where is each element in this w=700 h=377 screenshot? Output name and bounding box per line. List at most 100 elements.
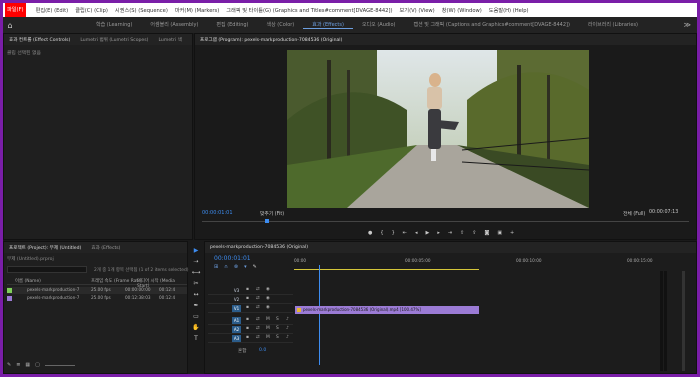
tab-effects[interactable]: 효과 (Effects) xyxy=(86,245,125,251)
fit-dropdown[interactable]: 맞추기 (Fit) xyxy=(260,210,284,217)
video-clip[interactable]: pexels-markproduction-7084536 (Original)… xyxy=(295,306,479,314)
list-view-icon[interactable]: ≣ xyxy=(16,362,20,368)
step-back-icon[interactable]: ◂ xyxy=(415,230,418,236)
tab-lumetri-scopes[interactable]: Lumetri 범위 (Lumetri Scopes) xyxy=(75,37,153,43)
play-icon[interactable]: ▶ xyxy=(425,230,429,236)
lock-icon[interactable]: ▪ xyxy=(246,296,249,301)
workspace-tab[interactable]: 캡션 및 그래픽 (Captions and Graphics#comment[… xyxy=(404,21,578,29)
program-scrubber[interactable] xyxy=(202,221,689,222)
sequence-tab[interactable]: pexels-markproduction-7084536 (Original) xyxy=(205,245,313,250)
menu-item[interactable]: 창(W) (Window) xyxy=(442,7,482,14)
menu-item[interactable]: 파일(F) xyxy=(5,3,26,17)
lock-icon[interactable]: ▪ xyxy=(246,287,249,292)
export-frame-icon[interactable]: ◙ xyxy=(484,230,489,236)
workspace-menu-icon[interactable]: ≫ xyxy=(684,21,697,29)
menu-item[interactable]: 편집(E) (Edit) xyxy=(36,7,69,14)
timeline-scrollbar[interactable] xyxy=(682,271,685,371)
sync-lock-icon[interactable]: ⇄ xyxy=(256,287,260,292)
timeline-playhead[interactable] xyxy=(319,265,320,365)
sync-lock-icon[interactable]: ⇄ xyxy=(256,296,260,301)
lock-icon[interactable]: ▪ xyxy=(246,305,249,310)
menu-item[interactable]: 도움말(H) (Help) xyxy=(489,7,529,14)
razor-tool-icon[interactable]: ✂ xyxy=(193,280,198,287)
track-target-button[interactable]: A3 xyxy=(232,335,241,342)
add-icon[interactable]: + xyxy=(510,230,514,236)
workspace-tab[interactable]: 오디오 (Audio) xyxy=(353,21,405,29)
home-icon[interactable]: ⌂ xyxy=(3,17,17,33)
lift-icon[interactable]: ⇧ xyxy=(460,230,464,236)
solo-icon[interactable]: S xyxy=(276,326,279,331)
freeform-view-icon[interactable]: ▢ xyxy=(35,362,40,368)
track-target-button[interactable]: V2 xyxy=(232,296,241,303)
lock-icon[interactable]: ▪ xyxy=(246,326,249,331)
go-to-in-icon[interactable]: ⇤ xyxy=(403,230,407,236)
project-row[interactable]: pexels-markproduction-7 25.00 fps 00:12:38… xyxy=(7,295,187,302)
wrench-icon[interactable]: ✎ xyxy=(253,264,257,270)
step-forward-icon[interactable]: ▸ xyxy=(437,230,440,236)
tab-effect-controls[interactable]: 효과 컨트롤 (Effect Controls) xyxy=(4,37,75,43)
track-target-button[interactable]: A2 xyxy=(232,326,241,333)
workspace-tab[interactable]: 효과 (Effects) xyxy=(303,21,353,29)
solo-icon[interactable]: S xyxy=(276,317,279,322)
menu-item[interactable]: 클립(C) (Clip) xyxy=(75,7,108,14)
menu-item[interactable]: 보기(V) (View) xyxy=(400,7,435,14)
mark-out-icon[interactable]: } xyxy=(392,230,395,236)
comparison-view-icon[interactable]: ▣ xyxy=(497,230,502,236)
mute-icon[interactable]: M xyxy=(266,326,270,331)
track-target-button[interactable]: V3 xyxy=(232,287,241,294)
pencil-icon[interactable]: ✎ xyxy=(7,362,11,368)
work-area-bar[interactable] xyxy=(294,269,479,270)
col-name[interactable]: 이름 (Name) xyxy=(15,278,41,284)
go-to-out-icon[interactable]: ⇥ xyxy=(448,230,452,236)
add-marker-timeline-icon[interactable]: ▾ xyxy=(244,264,247,270)
project-row[interactable]: pexels-markproduction-7 25.00 fps 00:00:00… xyxy=(7,287,187,294)
eye-icon[interactable]: ◉ xyxy=(266,305,270,310)
track-select-tool-icon[interactable]: ⇢ xyxy=(193,258,198,265)
mic-icon[interactable]: ♪ xyxy=(286,335,289,340)
menu-item[interactable]: 마커(M) (Markers) xyxy=(175,7,219,14)
playhead-icon[interactable] xyxy=(265,219,269,223)
project-search-input[interactable] xyxy=(7,266,87,273)
program-timecode[interactable]: 00:00:01:01 xyxy=(202,210,233,216)
sync-lock-icon[interactable]: ⇄ xyxy=(256,326,260,331)
zoom-slider[interactable] xyxy=(44,362,75,366)
sync-lock-icon[interactable]: ⇄ xyxy=(256,305,260,310)
lock-icon[interactable]: ▪ xyxy=(246,335,249,340)
mic-icon[interactable]: ♪ xyxy=(286,317,289,322)
workspace-tab[interactable]: 학습 (Learning) xyxy=(87,21,141,29)
linked-selection-icon[interactable]: ⊗ xyxy=(234,264,238,270)
menu-item[interactable]: 그래픽 및 타이틀(G) (Graphics and Titles#commen… xyxy=(226,7,392,14)
tab-lumetri-color[interactable]: Lumetri 색 xyxy=(153,37,186,43)
quality-dropdown[interactable]: 전체 (Full) xyxy=(623,210,645,217)
mute-icon[interactable]: M xyxy=(266,317,270,322)
workspace-tab[interactable]: 편집 (Editing) xyxy=(207,21,257,29)
timeline-timecode[interactable]: 00:00:01:01 xyxy=(214,255,251,262)
workspace-tab[interactable]: 색상 (Color) xyxy=(258,21,304,29)
solo-icon[interactable]: S xyxy=(276,335,279,340)
tab-project[interactable]: 프로젝트 (Project): 무제 (Untitled) xyxy=(4,245,86,251)
eye-icon[interactable]: ◉ xyxy=(266,296,270,301)
eye-icon[interactable]: ◉ xyxy=(266,287,270,292)
type-tool-icon[interactable]: T xyxy=(194,335,198,342)
sync-lock-icon[interactable]: ⇄ xyxy=(256,317,260,322)
master-value[interactable]: 0.0 xyxy=(259,348,266,353)
rectangle-tool-icon[interactable]: ▭ xyxy=(193,313,199,320)
workspace-tab[interactable]: 어셈블리 (Assembly) xyxy=(141,21,207,29)
mute-icon[interactable]: M xyxy=(266,335,270,340)
slip-tool-icon[interactable]: ↔ xyxy=(193,291,198,298)
icon-view-icon[interactable]: ▦ xyxy=(25,362,30,368)
add-marker-icon[interactable]: ● xyxy=(368,230,372,236)
mark-in-icon[interactable]: { xyxy=(380,230,383,236)
mic-icon[interactable]: ♪ xyxy=(286,326,289,331)
selection-tool-icon[interactable]: ▶ xyxy=(194,247,199,254)
col-frame-rate[interactable]: 프레임 속도 (Frame Rate) xyxy=(91,278,143,284)
nest-icon[interactable]: ⊞ xyxy=(214,264,218,270)
extract-icon[interactable]: ⇪ xyxy=(472,230,476,236)
menu-item[interactable]: 시퀀스(S) (Sequence) xyxy=(115,7,168,14)
pen-tool-icon[interactable]: ✒ xyxy=(193,302,198,309)
snap-icon[interactable]: ∩ xyxy=(224,264,228,270)
sync-lock-icon[interactable]: ⇄ xyxy=(256,335,260,340)
hand-tool-icon[interactable]: ✋ xyxy=(192,324,199,331)
ripple-edit-tool-icon[interactable]: ⟷ xyxy=(192,269,201,276)
track-target-button[interactable]: A1 xyxy=(232,317,241,324)
